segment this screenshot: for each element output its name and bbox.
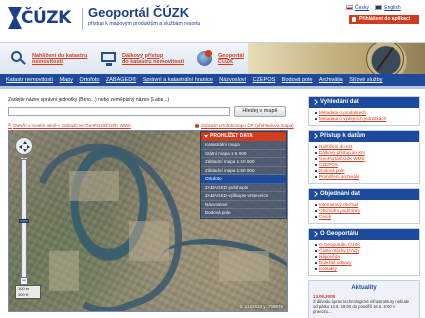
sidebar-link[interactable]: Prohlížení archiválií bbox=[315, 174, 414, 180]
nav-item-hranice[interactable]: Správní a katastrální hranice bbox=[143, 77, 213, 83]
layer-item-bodova-pole[interactable]: Bodová pole bbox=[201, 209, 286, 218]
layer-item-zakladni-mapa-10000[interactable]: Základní mapa 1:10 000 bbox=[201, 158, 286, 167]
layer-item-zabaged-vyskopis[interactable]: ZABAGED-výškopis-vrstevnice bbox=[201, 192, 286, 201]
right-sidebar: Vyhledání dat Metadata o produktech Meta… bbox=[308, 96, 420, 318]
ortho-overview-link[interactable]: Zobrazit ortofotomapu ČR (přehledová map… bbox=[195, 123, 294, 128]
quick-links-bar: Nahlížení do katastru nemovitostí Dálkov… bbox=[0, 42, 425, 75]
page-header: ČÚZK Geoportál ČÚZK přístup k mapovým pr… bbox=[0, 0, 425, 42]
sidebar-box-pristup: Přístup k datům Nahlížení do KN Dálkový … bbox=[308, 130, 420, 184]
lang-english-link[interactable]: English bbox=[384, 5, 400, 11]
map-river bbox=[14, 131, 204, 311]
news-box: Aktuality 13.06.2008 Z důvodu úprav tech… bbox=[308, 280, 420, 318]
layer-item-zabaged-polohopis[interactable]: ZABAGED-polohopis bbox=[201, 184, 286, 192]
layer-menu: PROHLÍŽET DATA Katastrální mapa Státní m… bbox=[200, 131, 287, 219]
map-scale-bar: 100 m 300 ft bbox=[15, 285, 41, 299]
zoom-out-button[interactable]: − bbox=[20, 277, 28, 285]
pan-left-icon[interactable] bbox=[17, 145, 22, 149]
sidebar-box-header[interactable]: Objednání dat bbox=[309, 189, 419, 200]
magnifier-icon bbox=[10, 50, 28, 68]
sidebar-box-vyhledani: Vyhledání dat Metadata o produktech Meta… bbox=[308, 96, 420, 126]
sidebar-box-header[interactable]: Přístup k datům bbox=[309, 131, 419, 142]
czech-flag-icon bbox=[346, 5, 353, 11]
nav-item-katastr[interactable]: Katastr nemovitostí bbox=[6, 77, 53, 83]
nav-item-czepos[interactable]: CZEPOS bbox=[253, 77, 276, 83]
lock-icon bbox=[352, 17, 356, 22]
sidebar-link[interactable]: Kontakty bbox=[315, 266, 414, 272]
portal-title: Geoportál ČÚZK bbox=[88, 5, 190, 20]
pan-up-icon[interactable] bbox=[23, 139, 27, 144]
pan-down-icon[interactable] bbox=[23, 149, 27, 154]
sidebar-box-header[interactable]: O Geoportálu bbox=[309, 229, 419, 240]
login-button[interactable]: Přihlášení do aplikací bbox=[349, 15, 419, 24]
quick-link-label: ČÚZK bbox=[218, 59, 234, 65]
sidebar-box-title: Objednání dat bbox=[320, 191, 361, 197]
lang-czech-link[interactable]: Česky bbox=[355, 5, 369, 11]
map-coordinates: x: 1182534 y: 759879 bbox=[240, 304, 283, 309]
layer-item-ortofoto[interactable]: Ortofoto bbox=[201, 175, 286, 184]
english-flag-icon bbox=[375, 5, 383, 11]
sidebar-box-objednani: Objednání dat Internetový obchod Obchodn… bbox=[308, 188, 420, 224]
quick-link-geoportal[interactable]: Geoportál ČÚZK bbox=[196, 50, 244, 68]
sidebar-box-header[interactable]: Vyhledání dat bbox=[309, 97, 419, 108]
nav-item-ortofoto[interactable]: Ortofoto bbox=[80, 77, 100, 83]
chevron-right-icon bbox=[312, 133, 318, 139]
layer-menu-header[interactable]: PROHLÍŽET DATA bbox=[201, 132, 286, 141]
globe-icon bbox=[196, 50, 214, 68]
sidebar-box-title: Přístup k datům bbox=[320, 133, 366, 139]
news-text: Z důvodu úprav technologické infrastrukt… bbox=[313, 299, 410, 314]
bullet-icon bbox=[195, 123, 199, 128]
layer-item-nazvoslovi[interactable]: Názvosloví bbox=[201, 201, 286, 209]
sidebar-box-title: O Geoportálu bbox=[320, 231, 359, 237]
layer-menu-title: PROHLÍŽET DATA bbox=[210, 133, 253, 139]
search-button[interactable]: Hledej v mapě bbox=[234, 106, 286, 117]
sidebar-box-title: Vyhledání dat bbox=[320, 99, 359, 105]
sidebar-link[interactable]: Metadata o výdejních jednotkách bbox=[315, 116, 414, 122]
external-link-icon: ⇱ bbox=[8, 123, 12, 128]
open-new-window-link[interactable]: ⇱Otevřít v novém okně » zobrazit ve GeoP… bbox=[8, 123, 131, 129]
quick-link-nahlizeni[interactable]: Nahlížení do katastru nemovitostí bbox=[10, 50, 87, 68]
login-button-label: Přihlášení do aplikací bbox=[359, 16, 411, 22]
header-map-illustration bbox=[248, 43, 425, 75]
computer-icon bbox=[100, 50, 118, 68]
zoom-slider-handle[interactable] bbox=[19, 219, 29, 223]
nav-item-mapy[interactable]: Mapy bbox=[60, 77, 73, 83]
logo-arrow-icon bbox=[8, 7, 22, 29]
quick-link-label: do katastru nemovitostí bbox=[122, 59, 185, 65]
layer-item-katastralni-mapa[interactable]: Katastrální mapa bbox=[201, 141, 286, 150]
nav-item-archivalia[interactable]: Archivália bbox=[319, 77, 343, 83]
language-switcher: Česky English bbox=[346, 5, 421, 12]
pan-right-icon[interactable] bbox=[27, 145, 32, 149]
nav-item-bodova-pole[interactable]: Bodová pole bbox=[282, 77, 313, 83]
chevron-right-icon bbox=[312, 231, 318, 237]
news-title: Aktuality bbox=[351, 285, 377, 291]
chevron-right-icon bbox=[312, 191, 318, 197]
scale-imperial: 300 ft bbox=[18, 292, 29, 297]
nav-underline bbox=[0, 86, 425, 89]
header-divider bbox=[82, 8, 83, 30]
quick-link-dalkovy-pristup[interactable]: Dálkový přístup do katastru nemovitostí bbox=[100, 50, 184, 68]
logo-text: ČÚZK bbox=[21, 8, 71, 28]
layer-item-statni-mapa-5000[interactable]: Státní mapa 1:5 000 bbox=[201, 150, 286, 158]
cuzk-logo[interactable]: ČÚZK bbox=[8, 7, 74, 29]
sidebar-link[interactable]: Ceník bbox=[315, 214, 414, 220]
nav-item-zabaged[interactable]: ZABAGED® bbox=[106, 77, 136, 83]
search-input[interactable] bbox=[8, 107, 230, 116]
nav-item-nazvoslovi[interactable]: Názvosloví bbox=[219, 77, 246, 83]
map-pan-control[interactable] bbox=[15, 137, 33, 155]
nav-item-sitove-sluzby[interactable]: Síťové služby bbox=[349, 77, 382, 83]
quick-link-label: nemovitostí bbox=[32, 59, 63, 65]
main-nav: Katastr nemovitostí Mapy Ortofoto ZABAGE… bbox=[0, 74, 425, 86]
open-new-window-label: Otevřít v novém okně » zobrazit ve GeoPo… bbox=[12, 123, 131, 128]
sidebar-box-o-geoportalu: O Geoportálu O Geoportálu ČÚZK Časté otá… bbox=[308, 228, 420, 276]
search-prompt: Zadejte název správní jednotky (Brno...)… bbox=[8, 97, 170, 103]
triangle-down-icon bbox=[204, 135, 208, 138]
ortho-overview-label: Zobrazit ortofotomapu ČR (přehledová map… bbox=[201, 123, 294, 128]
chevron-right-icon bbox=[312, 99, 318, 105]
portal-subtitle: přístup k mapovým produktům a službám re… bbox=[88, 21, 201, 27]
layer-item-zakladni-mapa-50000[interactable]: Základní mapa 1:50 000 bbox=[201, 167, 286, 175]
